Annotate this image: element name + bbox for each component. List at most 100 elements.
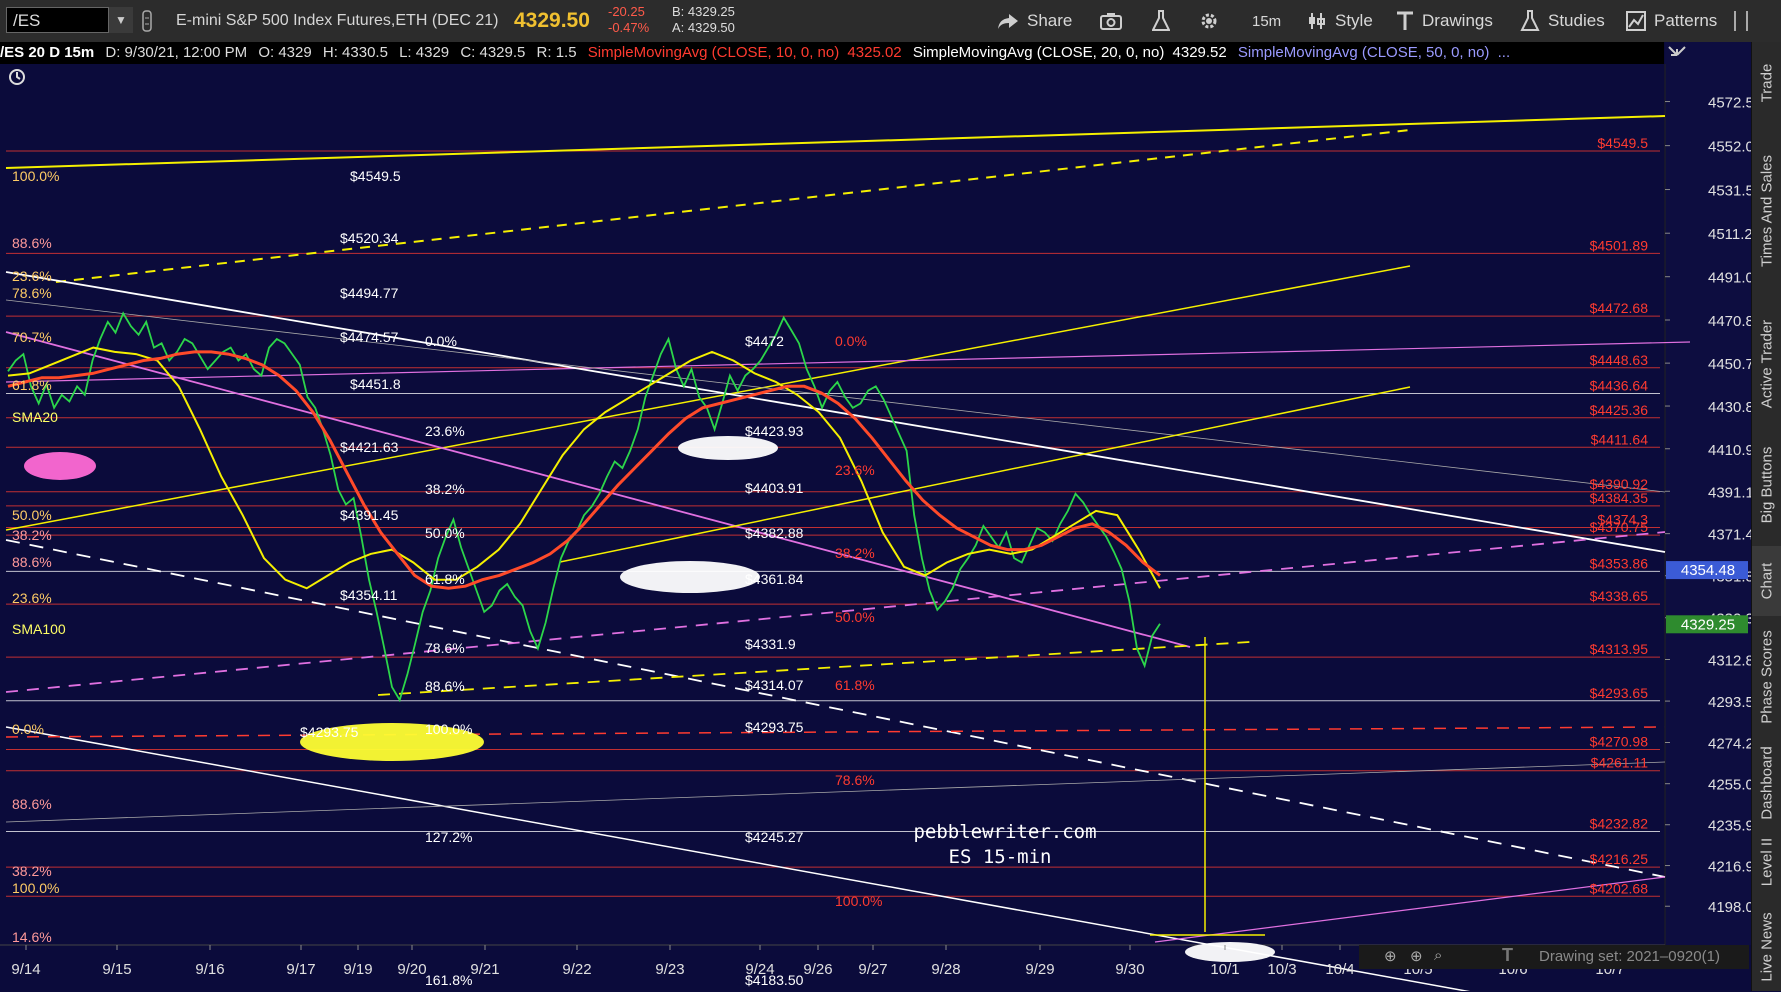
fib-level-label: $4313.95 xyxy=(1590,641,1649,657)
fib-pct-label: 38.2% xyxy=(12,527,52,543)
candle-style-icon xyxy=(1309,13,1325,29)
drawing-tool-icon[interactable]: T xyxy=(1502,945,1513,966)
right-sidebar: Trade Times And Sales Active Trader Big … xyxy=(1751,42,1781,991)
date-axis-label: 9/29 xyxy=(1025,961,1054,978)
bid-ask: B: 4329.25 A: 4329.50 xyxy=(672,4,735,36)
highlight-ellipse xyxy=(678,436,778,460)
red-fib-pct-label: 38.2% xyxy=(835,545,875,561)
fib-level-label: $4448.63 xyxy=(1590,352,1649,368)
center-level-label: $4361.84 xyxy=(745,571,804,587)
mid-level-label: $4549.5 xyxy=(350,168,401,184)
instrument-name: E-mini S&P 500 Index Futures,ETH (DEC 21… xyxy=(176,12,499,29)
tab-level-ii-label: Level II xyxy=(1758,837,1776,887)
expand-icon xyxy=(1734,11,1748,31)
price-axis-label: 4255.07 xyxy=(1708,777,1751,794)
price-axis-label: 4274.24 xyxy=(1708,735,1751,752)
tab-times-and-sales[interactable]: Times And Sales xyxy=(1752,126,1781,296)
screenshot-button[interactable] xyxy=(1100,0,1130,42)
crosshair-icon[interactable]: ⊕ xyxy=(1410,947,1423,965)
bar-high: H: 4330.5 xyxy=(322,44,388,61)
tab-active-trader-label: Active Trader xyxy=(1758,319,1776,409)
drawing-set-label[interactable]: Drawing set: 2021–0920(1) xyxy=(1539,948,1720,965)
price-axis-label: 4198.04 xyxy=(1708,899,1751,916)
center-level-label: $4403.91 xyxy=(745,480,804,496)
study-more[interactable]: ... xyxy=(1498,44,1511,61)
mid-level-label: $4354.11 xyxy=(340,587,398,603)
mid-level-label: 23.6% xyxy=(425,423,465,439)
fib-level-label: $4549.5 xyxy=(1597,135,1648,151)
red-fib-pct-label: 61.8% xyxy=(835,677,875,693)
expand-button[interactable] xyxy=(1734,0,1756,42)
fib-level-label: $4338.65 xyxy=(1590,588,1649,604)
price-change: -20.25 -0.47% xyxy=(608,4,649,36)
patterns-button[interactable]: Patterns xyxy=(1626,0,1717,42)
date-axis-label: 9/27 xyxy=(858,961,887,978)
bar-range: R: 1.5 xyxy=(536,44,577,61)
bar-low: L: 4329 xyxy=(399,44,450,61)
tab-live-news-label: Live News xyxy=(1758,912,1776,982)
tab-trade[interactable]: Trade xyxy=(1752,48,1781,118)
red-fib-pct-label: 100.0% xyxy=(835,893,882,909)
settings-button[interactable] xyxy=(1198,0,1228,42)
tab-chart[interactable]: Chart xyxy=(1752,546,1781,616)
fib-pct-label: SMA100 xyxy=(12,621,66,637)
red-fib-pct-label: 0.0% xyxy=(835,333,867,349)
fib-level-label: $4384.35 xyxy=(1590,490,1649,506)
fib-pct-label: 88.6% xyxy=(12,796,52,812)
date-axis-label: 9/28 xyxy=(931,961,960,978)
fib-pct-label: 0.0% xyxy=(12,721,44,737)
fib-pct-label: 100.0% xyxy=(12,880,59,896)
last-price: 4329.50 xyxy=(514,9,590,32)
share-label: Share xyxy=(1027,11,1073,30)
chart-info-button[interactable] xyxy=(8,68,26,86)
tab-trade-label: Trade xyxy=(1758,63,1776,103)
price-axis-label: 4430.82 xyxy=(1708,399,1751,416)
collapse-chart-button[interactable] xyxy=(1663,44,1691,64)
share-button[interactable]: Share xyxy=(997,0,1072,42)
date-axis-label: 9/23 xyxy=(655,961,684,978)
tab-active-trader[interactable]: Active Trader xyxy=(1752,304,1781,424)
mid-level-label: 0.0% xyxy=(425,333,457,349)
symbol-dropdown-icon[interactable]: ▼ xyxy=(108,7,133,33)
timeframe-button[interactable]: 15m xyxy=(1252,0,1281,42)
chart-title: /ES 20 D 15m xyxy=(0,44,95,61)
tab-big-buttons-label: Big Buttons xyxy=(1758,446,1776,524)
highlight-ellipse xyxy=(620,561,760,593)
mid-level-label: $4293.75 xyxy=(300,724,359,740)
style-button[interactable]: Style xyxy=(1307,0,1373,42)
study-sma50[interactable]: SimpleMovingAvg (CLOSE, 50, 0, no) xyxy=(1238,44,1490,61)
price-axis-label: 4216.97 xyxy=(1708,859,1751,876)
red-fib-pct-label: 50.0% xyxy=(835,609,875,625)
drawing-t-icon xyxy=(1397,11,1413,30)
fib-level-label: $4232.82 xyxy=(1590,816,1649,832)
center-level-label: $4293.75 xyxy=(745,719,804,735)
flask-button[interactable] xyxy=(1152,0,1178,42)
pct-change: -0.47% xyxy=(608,20,650,35)
tab-level-ii[interactable]: Level II xyxy=(1752,832,1781,892)
price-axis-label: 4450.79 xyxy=(1708,356,1751,373)
link-icon[interactable] xyxy=(142,0,160,42)
camera-icon xyxy=(1100,13,1122,30)
pan-icon[interactable]: ⊕ xyxy=(1384,947,1397,965)
price-axis-label: 4312.86 xyxy=(1708,653,1751,670)
studies-button[interactable]: Studies xyxy=(1520,0,1605,42)
patterns-icon xyxy=(1626,11,1646,31)
mid-level-label: 161.8% xyxy=(425,972,472,988)
bar-close: C: 4329.5 xyxy=(460,44,526,61)
tab-live-news[interactable]: Live News xyxy=(1752,902,1781,992)
tab-dashboard[interactable]: Dashboard xyxy=(1752,738,1781,828)
share-icon xyxy=(998,14,1018,29)
drawings-button[interactable]: Drawings xyxy=(1396,0,1493,42)
price-chart[interactable]: $4549.5 $4501.89 $4472.68 $4448.63 $4436.64 $… xyxy=(0,42,1751,991)
tab-big-buttons[interactable]: Big Buttons xyxy=(1752,430,1781,540)
date-axis-label: 9/14 xyxy=(11,961,40,978)
fib-pct-label: 78.6% xyxy=(12,285,52,301)
date-axis-label: 9/17 xyxy=(286,961,315,978)
price-axis-label: 4491.01 xyxy=(1708,270,1751,287)
mid-level-label: 61.8% xyxy=(425,571,465,587)
study-sma20[interactable]: SimpleMovingAvg (CLOSE, 20, 0, no) xyxy=(913,44,1165,61)
red-fib-pct-label: 78.6% xyxy=(835,772,875,788)
tab-phase-scores[interactable]: Phase Scores xyxy=(1752,622,1781,732)
zoom-icon[interactable]: ⌕ xyxy=(1434,947,1442,964)
study-sma10[interactable]: SimpleMovingAvg (CLOSE, 10, 0, no) xyxy=(588,44,840,61)
